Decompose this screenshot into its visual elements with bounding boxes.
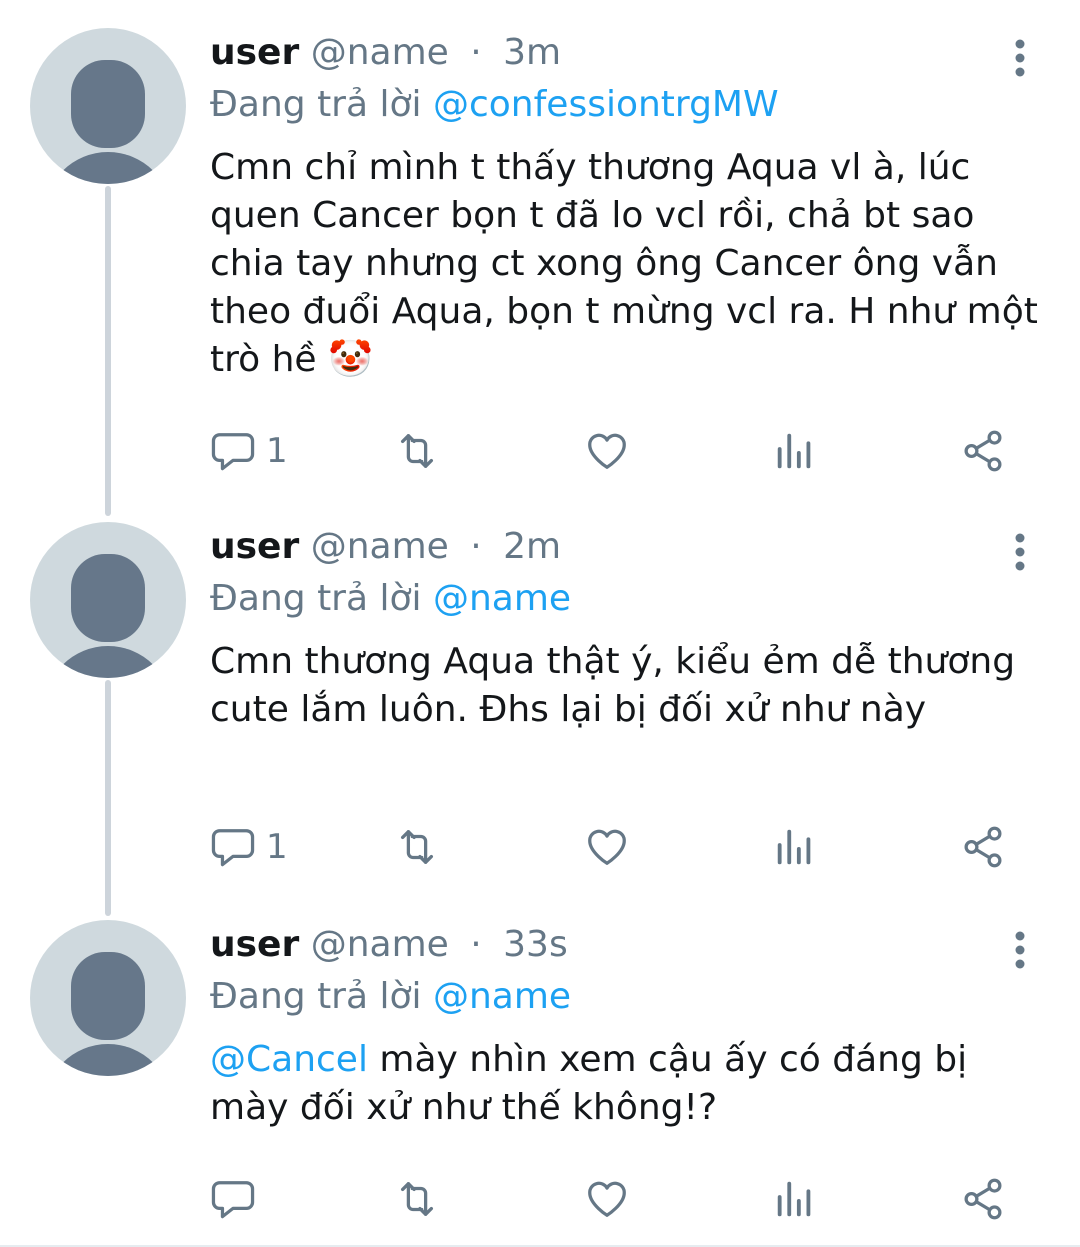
display-name[interactable]: user: [210, 32, 299, 73]
heart-icon: [588, 829, 626, 865]
heart-icon: [588, 433, 626, 469]
tweet-text: Cmn chỉ mình t thấy thương Aqua vl à, lú…: [210, 147, 1038, 380]
share-icon: [964, 1178, 1002, 1220]
avatar-head: [71, 952, 145, 1040]
user-handle[interactable]: @name: [311, 526, 449, 567]
retweet-icon: [400, 830, 434, 864]
display-name[interactable]: user: [210, 526, 299, 567]
replying-to-label: Đang trả lời: [210, 578, 422, 619]
more-vertical-icon[interactable]: [1008, 930, 1032, 970]
timestamp[interactable]: 2m: [503, 526, 561, 567]
share-button[interactable]: [960, 1174, 1006, 1224]
user-handle[interactable]: @name: [311, 32, 449, 73]
replying-to-label: Đang trả lời: [210, 84, 422, 125]
reply-count: 1: [266, 827, 288, 867]
user-handle[interactable]: @name: [311, 924, 449, 965]
tweet-content: user @name · 3m Đang trả lời @confession…: [210, 28, 1040, 384]
separator-dot: ·: [470, 32, 482, 73]
like-button[interactable]: [584, 1174, 630, 1224]
avatar-head: [71, 554, 145, 642]
avatar[interactable]: [30, 522, 186, 678]
timestamp[interactable]: 3m: [503, 32, 561, 73]
avatar[interactable]: [30, 920, 186, 1076]
tweet-actions: 1: [210, 822, 1030, 872]
heart-icon: [588, 1181, 626, 1217]
tweet[interactable]: user @name · 2m Đang trả lời @name Cmn t…: [0, 522, 1080, 892]
more-vertical-icon[interactable]: [1008, 38, 1032, 78]
tweet-content: user @name · 2m Đang trả lời @name Cmn t…: [210, 522, 1040, 734]
separator-dot: ·: [470, 526, 482, 567]
avatar-head: [71, 60, 145, 148]
reply-count: 1: [266, 431, 288, 471]
like-button[interactable]: [584, 426, 630, 476]
tweet-actions: 1: [210, 426, 1030, 476]
replying-to-mention[interactable]: @name: [433, 976, 571, 1017]
retweet-icon: [400, 434, 434, 468]
reply-button[interactable]: [210, 1174, 266, 1224]
reply-icon: [211, 829, 255, 867]
avatar[interactable]: [30, 28, 186, 184]
tweet-header: user @name · 2m: [210, 522, 1040, 572]
tweet-text: Cmn thương Aqua thật ý, kiểu ẻm dễ thươn…: [210, 641, 1016, 730]
avatar-shoulders: [44, 152, 172, 184]
reply-icon: [211, 433, 255, 471]
timestamp[interactable]: 33s: [503, 924, 568, 965]
analytics-button[interactable]: [772, 426, 818, 476]
reply-icon: [211, 1181, 255, 1219]
reply-button[interactable]: 1: [210, 426, 288, 476]
share-icon: [964, 826, 1002, 868]
analytics-icon: [777, 1181, 811, 1217]
more-vertical-icon[interactable]: [1008, 532, 1032, 572]
retweet-icon: [400, 1182, 434, 1216]
replying-to-label: Đang trả lời: [210, 976, 422, 1017]
replying-to-mention[interactable]: @name: [433, 578, 571, 619]
analytics-button[interactable]: [772, 822, 818, 872]
replying-to-mention[interactable]: @confessiontrgMW: [433, 84, 779, 125]
avatar-shoulders: [44, 1044, 172, 1076]
separator-dot: ·: [470, 924, 482, 965]
replying-to: Đang trả lời @name: [210, 972, 1040, 1022]
text-mention[interactable]: @Cancel: [210, 1039, 368, 1080]
analytics-icon: [777, 433, 811, 469]
retweet-button[interactable]: [394, 822, 440, 872]
analytics-icon: [777, 829, 811, 865]
tweet-text: @Cancel mày nhìn xem cậu ấy có đáng bị m…: [210, 1036, 1040, 1132]
analytics-button[interactable]: [772, 1174, 818, 1224]
share-button[interactable]: [960, 822, 1006, 872]
retweet-button[interactable]: [394, 1174, 440, 1224]
avatar-shoulders: [44, 646, 172, 678]
tweet-header: user @name · 3m: [210, 28, 1040, 78]
tweet[interactable]: user @name · 3m Đang trả lời @confession…: [0, 28, 1080, 498]
tweet-content: user @name · 33s Đang trả lời @name @Can…: [210, 920, 1040, 1132]
tweet-actions: [210, 1174, 1030, 1224]
display-name[interactable]: user: [210, 924, 299, 965]
replying-to: Đang trả lời @name: [210, 574, 1040, 624]
tweet-header: user @name · 33s: [210, 920, 1040, 970]
like-button[interactable]: [584, 822, 630, 872]
replying-to: Đang trả lời @confessiontrgMW: [210, 80, 1040, 130]
share-icon: [964, 430, 1002, 472]
retweet-button[interactable]: [394, 426, 440, 476]
reply-button[interactable]: 1: [210, 822, 288, 872]
tweet[interactable]: user @name · 33s Đang trả lời @name @Can…: [0, 920, 1080, 1230]
share-button[interactable]: [960, 426, 1006, 476]
